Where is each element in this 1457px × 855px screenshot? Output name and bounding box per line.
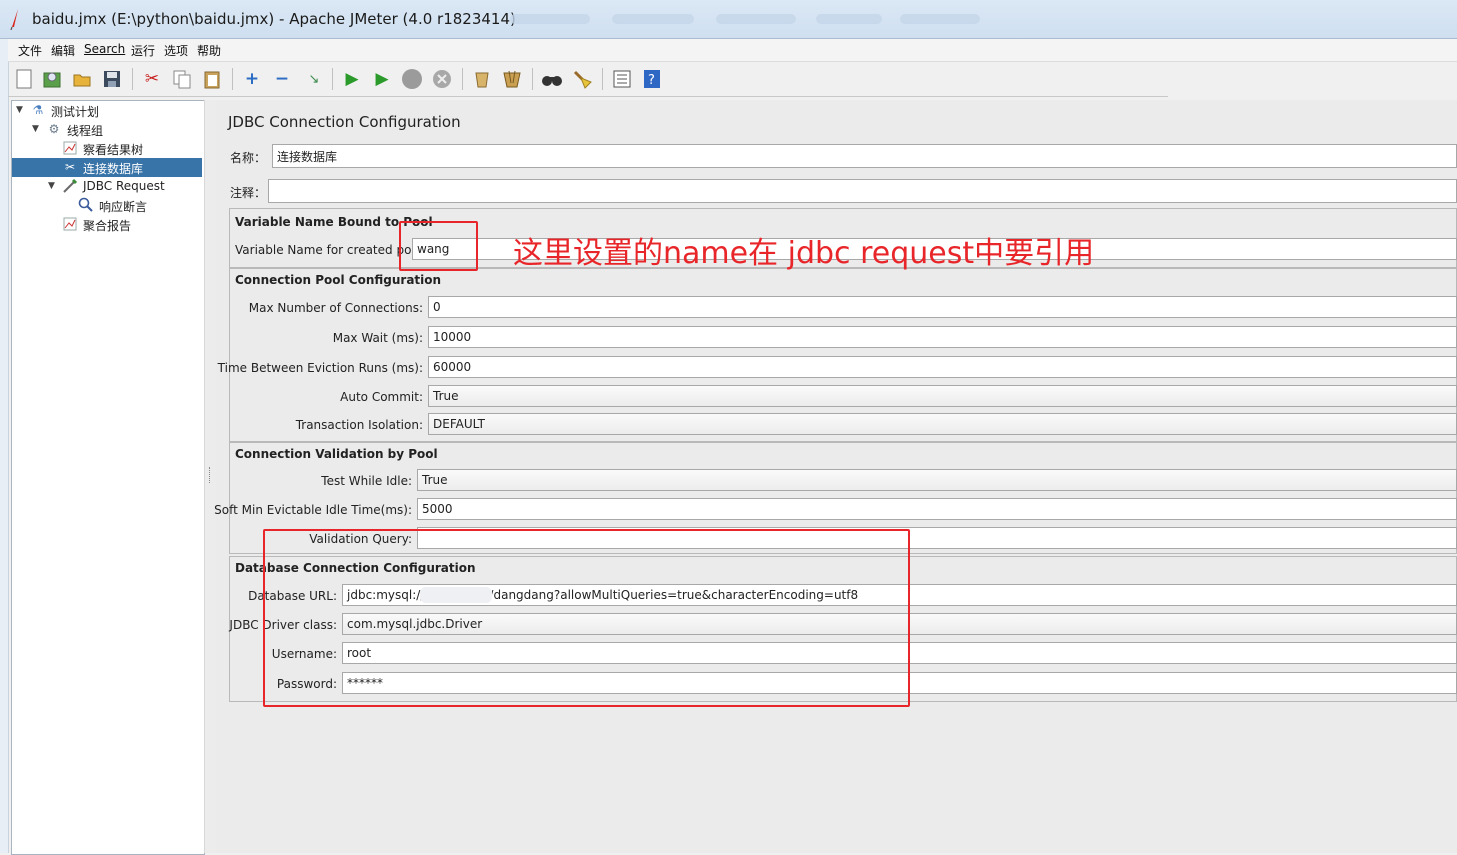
expand-arrow-icon[interactable]: ▼ <box>32 124 39 134</box>
highlight-box-variable <box>399 221 478 271</box>
expand-arrow-icon[interactable]: ▼ <box>16 105 23 115</box>
help-icon[interactable]: ? <box>640 67 664 91</box>
toolbar-separator <box>232 68 233 90</box>
blurred-tab <box>716 14 796 24</box>
toolbar-separator <box>462 68 463 90</box>
listener-icon <box>62 140 78 156</box>
toolbar-separator <box>602 68 603 90</box>
svg-text:?: ? <box>648 73 655 88</box>
tree-item-label: 线程组 <box>67 124 104 138</box>
clear-icon[interactable] <box>470 67 494 91</box>
menu-search[interactable]: Search <box>84 42 125 56</box>
menu-bar: 文件 编辑 Search 运行 选项 帮助 <box>8 39 1457 62</box>
stop-icon[interactable] <box>400 67 424 91</box>
copy-icon[interactable] <box>170 67 194 91</box>
tree-item-label: 测试计划 <box>51 105 100 119</box>
test-while-idle-label: Test While Idle: <box>321 474 412 488</box>
save-icon[interactable] <box>100 67 124 91</box>
menu-options[interactable]: 选项 <box>164 42 188 59</box>
menu-file[interactable]: 文件 <box>18 42 42 59</box>
window-title: baidu.jmx (E:\python\baidu.jmx) - Apache… <box>32 10 516 28</box>
test-plan-icon: ⚗ <box>32 103 44 117</box>
max-wait-label: Max Wait (ms): <box>332 331 423 345</box>
splitter-grip <box>209 467 212 483</box>
blurred-tab <box>900 14 980 24</box>
name-label: 名称： <box>230 151 267 165</box>
report-icon <box>62 216 78 232</box>
assertion-icon <box>78 197 94 213</box>
page-title: JDBC Connection Configuration <box>228 113 461 131</box>
toolbar-separator <box>332 68 333 90</box>
thread-group-icon: ⚙ <box>48 122 60 136</box>
tree-item-label: 察看结果树 <box>83 143 144 157</box>
test-plan-tree: ▼ ⚗ 测试计划 ▼ ⚙ 线程组 察看结果树 ✂ 连接数据库 ▼ JDBC Re… <box>11 100 205 855</box>
menu-run[interactable]: 运行 <box>131 42 155 59</box>
variable-name-label: Variable Name for created pool: <box>235 243 427 257</box>
tree-item-jdbc-request[interactable]: ▼ JDBC Request <box>12 177 202 196</box>
transaction-isolation-label: Transaction Isolation: <box>295 418 423 432</box>
expand-arrow-icon[interactable]: ▼ <box>48 181 55 191</box>
jmeter-feather-icon <box>10 9 18 30</box>
annotation-text: 这里设置的name在 jdbc request中要引用 <box>513 236 1095 271</box>
comment-label: 注释： <box>230 186 267 200</box>
tree-item-label: JDBC Request <box>83 179 165 193</box>
max-wait-input[interactable]: 10000 <box>428 326 1457 348</box>
toggle-icon[interactable]: ↘ <box>302 67 326 91</box>
highlight-box-database <box>263 529 910 707</box>
tree-item-response-assertion[interactable]: 响应断言 <box>12 196 202 215</box>
expand-icon[interactable]: + <box>240 67 264 91</box>
max-connections-label: Max Number of Connections: <box>248 301 423 315</box>
name-input[interactable]: 连接数据库 <box>272 144 1457 168</box>
reset-search-icon[interactable] <box>570 67 594 91</box>
new-icon[interactable] <box>12 67 36 91</box>
blurred-tab <box>612 14 694 24</box>
sampler-icon <box>62 178 78 194</box>
config-icon: ✂ <box>64 160 76 174</box>
blurred-tab <box>510 14 590 24</box>
transaction-isolation-select[interactable]: DEFAULT <box>428 413 1457 435</box>
max-connections-input[interactable]: 0 <box>428 296 1457 318</box>
function-helper-icon[interactable] <box>610 67 634 91</box>
menu-edit[interactable]: 编辑 <box>51 42 75 59</box>
pool-section-title: Connection Pool Configuration <box>235 273 442 287</box>
tree-item-label: 响应断言 <box>99 200 148 214</box>
cut-icon[interactable]: ✂ <box>140 67 164 91</box>
validation-section-title: Connection Validation by Pool <box>235 447 438 461</box>
shutdown-icon[interactable] <box>430 67 454 91</box>
soft-min-idle-label: Soft Min Evictable Idle Time(ms): <box>214 503 412 517</box>
auto-commit-select[interactable]: True <box>428 385 1457 407</box>
collapse-icon[interactable]: − <box>270 67 294 91</box>
tree-item-test-plan[interactable]: ▼ ⚗ 测试计划 <box>12 101 202 120</box>
clear-all-icon[interactable] <box>500 67 524 91</box>
start-no-pause-icon[interactable]: ▶ <box>370 67 394 91</box>
start-icon[interactable]: ▶ <box>340 67 364 91</box>
tree-item-label: 聚合报告 <box>83 219 132 233</box>
blurred-tab <box>816 14 882 24</box>
toolbar-separator <box>532 68 533 90</box>
tree-item-thread-group[interactable]: ▼ ⚙ 线程组 <box>12 120 202 139</box>
toolbar: ✂ + − ↘ ▶ ▶ ? <box>8 62 1168 97</box>
tree-item-aggregate-report[interactable]: 聚合报告 <box>12 215 202 234</box>
toolbar-separator <box>132 68 133 90</box>
test-while-idle-select[interactable]: True <box>417 469 1457 491</box>
window-left-edge <box>0 39 9 853</box>
comment-input[interactable] <box>268 179 1457 203</box>
window-titlebar: baidu.jmx (E:\python\baidu.jmx) - Apache… <box>0 0 1457 39</box>
tree-item-label: 连接数据库 <box>83 162 144 176</box>
templates-icon[interactable] <box>40 67 64 91</box>
menu-help[interactable]: 帮助 <box>197 42 221 59</box>
search-icon[interactable] <box>540 67 564 91</box>
auto-commit-label: Auto Commit: <box>340 390 423 404</box>
open-icon[interactable] <box>70 67 94 91</box>
tree-item-view-results-tree[interactable]: 察看结果树 <box>12 139 202 158</box>
tree-item-jdbc-config[interactable]: ✂ 连接数据库 <box>12 158 202 177</box>
soft-min-idle-input[interactable]: 5000 <box>417 498 1457 520</box>
paste-icon[interactable] <box>200 67 224 91</box>
eviction-runs-input[interactable]: 60000 <box>428 356 1457 378</box>
eviction-runs-label: Time Between Eviction Runs (ms): <box>217 361 423 375</box>
